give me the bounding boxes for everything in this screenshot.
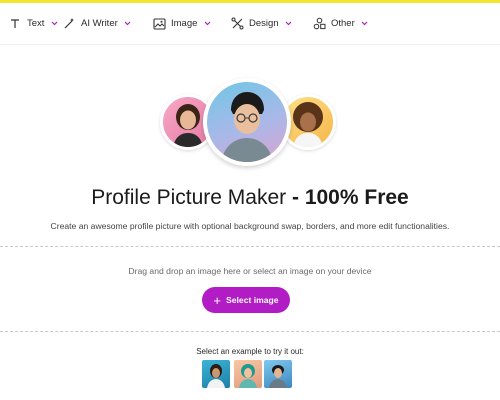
upload-area-top-border [0,246,500,247]
menu-other-label: Other [331,18,355,29]
menu-other[interactable]: Other [312,3,369,45]
image-icon [152,17,166,31]
chevron-down-icon [285,20,293,28]
upload-area-bottom-border [0,331,500,332]
drop-zone-text: Drag and drop an image here or select an… [128,266,372,276]
page-title-bold: - 100% Free [292,186,409,209]
example-thumbnail[interactable] [202,360,230,388]
chevron-down-icon [361,20,369,28]
other-icon [312,17,326,31]
design-icon [230,17,244,31]
chevron-down-icon [50,20,58,28]
example-thumbnail[interactable] [234,360,262,388]
example-thumbnails [0,360,500,388]
page-title-regular: Profile Picture Maker [91,186,287,209]
chevron-down-icon [124,20,132,28]
plus-icon: + [213,292,222,308]
menu-image[interactable]: Image [152,3,211,45]
menu-design-label: Design [249,18,279,29]
examples-label: Select an example to try it out: [196,347,304,356]
menu-text[interactable]: Text [8,3,58,45]
menu-design[interactable]: Design [230,3,293,45]
select-image-button[interactable]: + Select image [202,287,290,313]
menu-image-label: Image [171,18,198,29]
menu-ai-writer[interactable]: AI Writer [62,3,132,45]
avatar [203,78,291,166]
chevron-down-icon [203,20,211,28]
page-subtitle: Create an awesome profile picture with o… [50,221,450,231]
text-icon [8,17,22,31]
example-thumbnail[interactable] [264,360,292,388]
select-image-label: Select image [226,295,279,305]
hero-avatars [0,78,500,168]
tool-menu-bar: Text AI Writer Image Design Other [0,3,500,45]
page-title: Profile Picture Maker - 100% Free [0,186,500,210]
menu-ai-writer-label: AI Writer [81,18,118,29]
ai-writer-icon [62,17,76,31]
menu-text-label: Text [27,18,45,29]
